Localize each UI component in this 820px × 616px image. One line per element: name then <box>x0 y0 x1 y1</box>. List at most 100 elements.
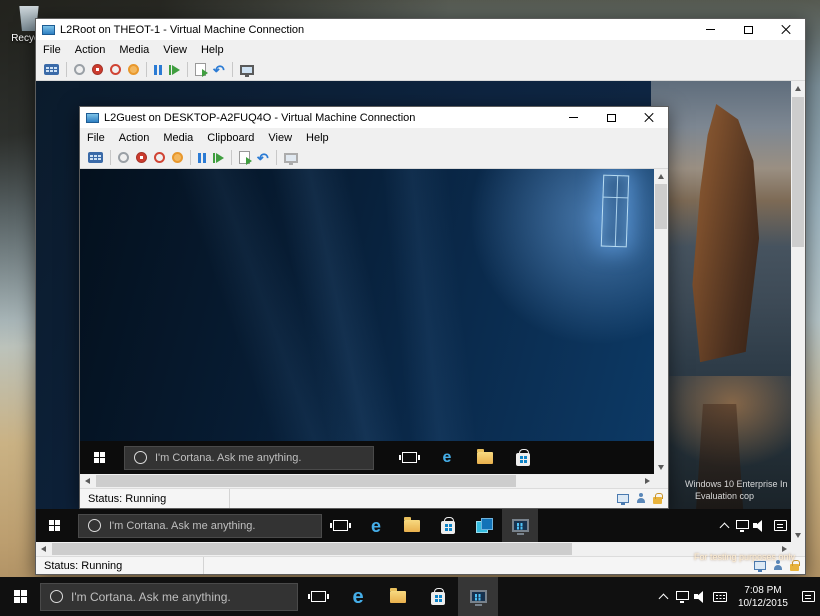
menu-clipboard[interactable]: Clipboard <box>200 132 261 144</box>
lock-status-icon <box>653 497 662 504</box>
maximize-button[interactable] <box>729 19 767 40</box>
inner-titlebar[interactable]: L2Guest on DESKTOP-A2FUQ4O - Virtual Mac… <box>80 107 668 128</box>
checkpoint-icon[interactable] <box>239 151 250 164</box>
windows-logo-icon <box>14 590 27 603</box>
menu-media[interactable]: Media <box>112 44 156 56</box>
windows-logo-icon <box>49 520 60 531</box>
inner-vertical-scrollbar[interactable] <box>654 169 668 474</box>
inner-vm-window: L2Guest on DESKTOP-A2FUQ4O - Virtual Mac… <box>79 106 669 509</box>
scrollbar-thumb[interactable] <box>52 543 572 555</box>
scroll-left-button[interactable] <box>36 542 50 556</box>
system-tray: 7:08 PM 10/12/2015 <box>654 577 820 616</box>
windows-logo-icon <box>94 452 105 463</box>
scroll-left-button[interactable] <box>80 474 94 488</box>
resume-icon[interactable] <box>213 153 224 163</box>
scrollbar-thumb[interactable] <box>96 475 516 487</box>
menu-file[interactable]: File <box>36 44 68 56</box>
scrollbar-thumb[interactable] <box>655 184 667 229</box>
menu-media[interactable]: Media <box>156 132 200 144</box>
root-guest-desktop: Windows 10 Enterprise In Evaluation cop … <box>36 81 791 542</box>
outer-vertical-scrollbar[interactable] <box>791 81 805 542</box>
store-button[interactable] <box>504 441 542 474</box>
turn-off-icon[interactable] <box>136 152 147 163</box>
start-vm-icon[interactable] <box>74 64 85 75</box>
shut-down-icon[interactable] <box>154 152 165 163</box>
volume-button[interactable] <box>751 509 769 542</box>
revert-icon[interactable]: ↶ <box>213 64 225 76</box>
menu-action[interactable]: Action <box>112 132 157 144</box>
task-view-button[interactable] <box>322 509 358 542</box>
outer-horizontal-scrollbar[interactable] <box>36 542 791 556</box>
volume-button[interactable] <box>692 577 711 616</box>
menu-file[interactable]: File <box>80 132 112 144</box>
file-explorer-button[interactable] <box>394 509 430 542</box>
task-view-icon <box>402 452 417 463</box>
menu-view[interactable]: View <box>261 132 299 144</box>
cortana-search[interactable]: I'm Cortana. Ask me anything. <box>124 446 374 470</box>
network-button[interactable] <box>733 509 751 542</box>
menu-view[interactable]: View <box>156 44 194 56</box>
vmconnect-button[interactable] <box>502 509 538 542</box>
action-center-button[interactable] <box>796 577 820 616</box>
hyperv-manager-button[interactable] <box>466 509 502 542</box>
minimize-button[interactable] <box>554 107 592 128</box>
tray-chevron-button[interactable] <box>654 577 673 616</box>
inner-guest-taskbar: I'm Cortana. Ask me anything. e <box>80 441 654 474</box>
touch-keyboard-button[interactable] <box>711 577 730 616</box>
start-button[interactable] <box>0 577 40 616</box>
inner-horizontal-scrollbar[interactable] <box>80 474 654 488</box>
cortana-placeholder: I'm Cortana. Ask me anything. <box>155 452 301 464</box>
task-view-button[interactable] <box>298 577 338 616</box>
scroll-up-button[interactable] <box>791 81 805 95</box>
network-button[interactable] <box>673 577 692 616</box>
shut-down-icon[interactable] <box>110 64 121 75</box>
store-button[interactable] <box>430 509 466 542</box>
network-icon <box>736 520 749 529</box>
scrollbar-thumb[interactable] <box>792 97 804 247</box>
scroll-up-button[interactable] <box>654 169 668 183</box>
start-button[interactable] <box>80 441 118 474</box>
enhanced-session-icon[interactable] <box>284 153 298 163</box>
cortana-search[interactable]: I'm Cortana. Ask me anything. <box>40 583 298 611</box>
turn-off-icon[interactable] <box>92 64 103 75</box>
task-view-button[interactable] <box>390 441 428 474</box>
checkpoint-icon[interactable] <box>195 63 206 76</box>
save-vm-icon[interactable] <box>128 64 139 75</box>
scroll-right-button[interactable] <box>640 474 654 488</box>
revert-icon[interactable]: ↶ <box>257 152 269 164</box>
menu-help[interactable]: Help <box>194 44 231 56</box>
clock[interactable]: 7:08 PM 10/12/2015 <box>730 584 796 610</box>
edge-button[interactable]: e <box>338 577 378 616</box>
cortana-search[interactable]: I'm Cortana. Ask me anything. <box>78 514 322 538</box>
edge-button[interactable]: e <box>428 441 466 474</box>
start-vm-icon[interactable] <box>118 152 129 163</box>
vmconnect-button[interactable] <box>458 577 498 616</box>
menu-action[interactable]: Action <box>68 44 113 56</box>
maximize-icon <box>744 26 753 34</box>
menu-help[interactable]: Help <box>299 132 336 144</box>
maximize-button[interactable] <box>592 107 630 128</box>
close-icon <box>781 25 791 35</box>
enhanced-session-icon[interactable] <box>240 65 254 75</box>
action-center-button[interactable] <box>769 509 791 542</box>
cliff-wallpaper <box>651 81 791 542</box>
outer-titlebar[interactable]: L2Root on THEOT-1 - Virtual Machine Conn… <box>36 19 805 40</box>
close-button[interactable] <box>630 107 668 128</box>
save-vm-icon[interactable] <box>172 152 183 163</box>
start-button[interactable] <box>36 509 72 542</box>
ctrl-alt-del-icon[interactable] <box>44 64 59 75</box>
ctrl-alt-del-icon[interactable] <box>88 152 103 163</box>
store-button[interactable] <box>418 577 458 616</box>
close-button[interactable] <box>767 19 805 40</box>
scroll-down-button[interactable] <box>791 528 805 542</box>
resume-icon[interactable] <box>169 65 180 75</box>
scrollbar-corner <box>654 474 668 488</box>
edge-button[interactable]: e <box>358 509 394 542</box>
file-explorer-button[interactable] <box>378 577 418 616</box>
pause-icon[interactable] <box>198 153 206 163</box>
minimize-button[interactable] <box>691 19 729 40</box>
pause-icon[interactable] <box>154 65 162 75</box>
file-explorer-button[interactable] <box>466 441 504 474</box>
tray-chevron-button[interactable] <box>715 509 733 542</box>
scroll-down-button[interactable] <box>654 460 668 474</box>
